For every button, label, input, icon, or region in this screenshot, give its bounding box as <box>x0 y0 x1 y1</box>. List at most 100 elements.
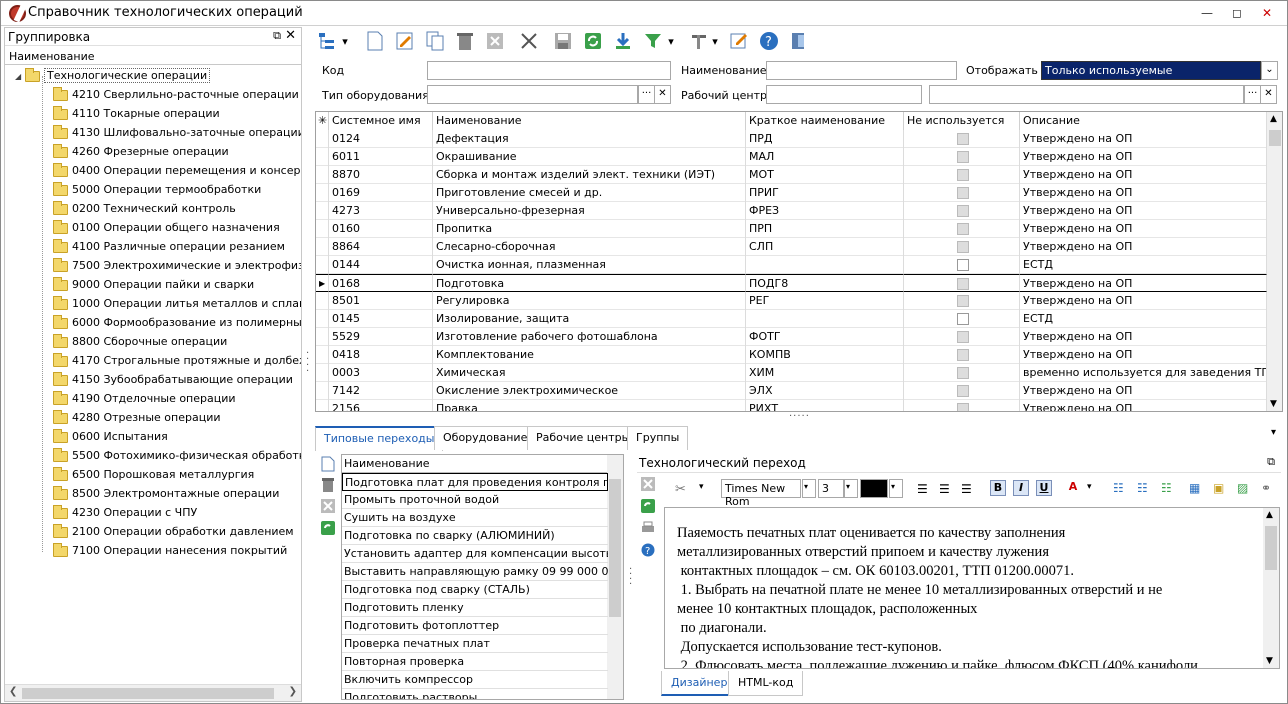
cell-desc[interactable]: временно используется для заведения ТПП <box>1020 364 1267 382</box>
clear-x-icon[interactable]: ✕ <box>1260 85 1277 104</box>
cell-short[interactable]: МОТ <box>746 166 904 184</box>
scroll-right-icon[interactable]: ❯ <box>289 686 297 697</box>
unused-checkbox[interactable] <box>957 223 969 235</box>
close-icon[interactable]: ✕ <box>285 28 296 43</box>
tools-icon[interactable] <box>687 29 711 53</box>
group-tree[interactable]: ◢ Технологические операции 4210 Сверлильн… <box>5 66 301 681</box>
cell-desc[interactable]: Утверждено на ОП <box>1020 148 1267 166</box>
list-item[interactable]: Промыть проточной водой <box>342 491 608 509</box>
cell-name[interactable]: Изготовление рабочего фотошаблона <box>433 328 746 346</box>
font-family-select[interactable]: Times New Rom <box>721 479 801 508</box>
table-row[interactable]: 8864 Слесарно-сборочная СЛП Утверждено на О… <box>316 238 1267 256</box>
cell-code[interactable]: 2156 <box>329 400 433 411</box>
copy-document-icon[interactable] <box>423 29 447 53</box>
chevron-down-icon[interactable]: ▾ <box>844 479 858 498</box>
tree-item[interactable]: 4190 Отделочные операции <box>53 389 236 408</box>
cell-desc[interactable]: Утверждено на ОП <box>1020 238 1267 256</box>
tree-item[interactable]: 4100 Различные операции резанием <box>53 237 285 256</box>
tree-item[interactable]: 5000 Операции термообработки <box>53 180 261 199</box>
row-selector[interactable] <box>316 220 329 238</box>
cell-name[interactable]: Слесарно-сборочная <box>433 238 746 256</box>
chevron-down-icon[interactable]: ▾ <box>699 482 704 492</box>
chevron-down-icon[interactable]: ▾ <box>1271 427 1276 438</box>
align-center-icon[interactable]: ☰ <box>939 482 950 496</box>
cell-desc[interactable]: Утверждено на ОП <box>1020 130 1267 148</box>
close-window-button[interactable]: ✕ <box>1253 3 1281 23</box>
scroll-thumb[interactable] <box>1265 526 1277 570</box>
bullet-list-icon[interactable]: ☷ <box>1113 481 1124 495</box>
tree-root[interactable]: ◢ Технологические операции <box>15 66 211 85</box>
cell-code[interactable]: 0169 <box>329 184 433 202</box>
tree-item[interactable]: 0200 Технический контроль <box>53 199 236 218</box>
cell-desc[interactable]: Утверждено на ОП <box>1020 184 1267 202</box>
tree-item[interactable]: 4210 Сверлильно-расточные операции <box>53 85 299 104</box>
underline-icon[interactable]: U <box>1036 480 1052 496</box>
font-size-select[interactable]: 3 <box>818 479 844 498</box>
cell-short[interactable]: СЛП <box>746 238 904 256</box>
align-right-icon[interactable]: ☰ <box>961 482 972 496</box>
download-arrow-icon[interactable] <box>611 29 635 53</box>
cell-name[interactable]: Регулировка <box>433 292 746 310</box>
unused-checkbox-cell[interactable] <box>904 148 1020 166</box>
italic-icon[interactable]: I <box>1013 480 1029 496</box>
edit-note-icon[interactable] <box>727 29 751 53</box>
cell-short[interactable]: ХИМ <box>746 364 904 382</box>
cell-desc[interactable]: ЕСТД <box>1020 310 1267 328</box>
list-item[interactable]: Подготовить растворы <box>342 689 608 699</box>
cell-code[interactable]: 0003 <box>329 364 433 382</box>
row-selector[interactable] <box>316 130 329 148</box>
numbered-list-icon[interactable]: ☷ <box>1161 481 1172 495</box>
unused-checkbox-cell[interactable] <box>904 166 1020 184</box>
list-item[interactable]: Подготовка по сварку (АЛЮМИНИЙ) <box>342 527 608 545</box>
tree-item[interactable]: 1000 Операции литья металлов и сплавов <box>53 294 301 313</box>
unused-checkbox[interactable] <box>957 295 969 307</box>
row-selector[interactable] <box>316 400 329 411</box>
cell-desc[interactable]: Утверждено на ОП <box>1020 292 1267 310</box>
tree-item[interactable]: 0100 Операции общего назначения <box>53 218 280 237</box>
cell-short[interactable]: ПРП <box>746 220 904 238</box>
col-short-name[interactable]: Краткое наименование <box>746 112 904 130</box>
cell-code[interactable]: 8501 <box>329 292 433 310</box>
unused-checkbox[interactable] <box>957 313 969 325</box>
table-row[interactable]: 8870 Сборка и монтаж изделий элект. техни… <box>316 166 1267 184</box>
scroll-thumb[interactable] <box>1269 130 1281 146</box>
pin-icon[interactable]: ⧉ <box>1267 455 1275 469</box>
row-selector[interactable] <box>316 310 329 328</box>
cell-code[interactable]: 7142 <box>329 382 433 400</box>
cell-name[interactable]: Правка <box>433 400 746 411</box>
cell-desc[interactable]: Утверждено на ОП <box>1020 382 1267 400</box>
cell-name[interactable]: Очистка ионная, плазменная <box>433 256 746 274</box>
operations-grid[interactable]: ✳ Системное имя Наименование Краткое наи… <box>315 111 1283 412</box>
editor-text[interactable]: Паяемость печатных плат оценивается по к… <box>677 524 1257 668</box>
new-document-icon[interactable] <box>321 456 337 472</box>
cell-short[interactable]: РИХТ <box>746 400 904 411</box>
tab-0[interactable]: Типовые переходы <box>315 426 444 451</box>
cancel-box-icon[interactable] <box>483 29 507 53</box>
tree-item[interactable]: 9000 Операции пайки и сварки <box>53 275 254 294</box>
list-item[interactable]: Повторная проверка <box>342 653 608 671</box>
cell-name[interactable]: Изолирование, защита <box>433 310 746 328</box>
scroll-thumb[interactable] <box>22 688 274 699</box>
cell-name[interactable]: Дефектация <box>433 130 746 148</box>
cell-name[interactable]: Комплектование <box>433 346 746 364</box>
unused-checkbox[interactable] <box>957 278 969 290</box>
row-selector[interactable] <box>316 292 329 310</box>
tree-item[interactable]: 4130 Шлифовально-заточные операции <box>53 123 301 142</box>
list-item[interactable]: Проверка печатных плат <box>342 635 608 653</box>
cell-desc[interactable]: ЕСТД <box>1020 256 1267 274</box>
help-icon[interactable]: ? <box>757 29 781 53</box>
list-item[interactable]: Установить адаптер для компенсации высот… <box>342 545 608 563</box>
transitions-list[interactable]: Наименование Подготовка плат для проведе… <box>341 454 624 700</box>
chevron-down-icon[interactable]: ▾ <box>339 29 351 53</box>
cell-desc[interactable]: Утверждено на ОП <box>1020 328 1267 346</box>
text-color-icon[interactable]: A <box>1065 480 1081 496</box>
tree-horizontal-scrollbar[interactable]: ❮ ❯ <box>5 684 301 701</box>
delete-trash-icon[interactable] <box>321 477 337 493</box>
unused-checkbox-cell[interactable] <box>904 220 1020 238</box>
cell-code[interactable]: 8870 <box>329 166 433 184</box>
transitions-header[interactable]: Наименование <box>342 455 608 473</box>
help-icon[interactable]: ? <box>641 543 657 559</box>
scroll-thumb[interactable] <box>609 479 621 617</box>
tree-item[interactable]: 4110 Токарные операции <box>53 104 220 123</box>
table-row[interactable]: 6011 Окрашивание МАЛ Утверждено на ОП <box>316 148 1267 166</box>
